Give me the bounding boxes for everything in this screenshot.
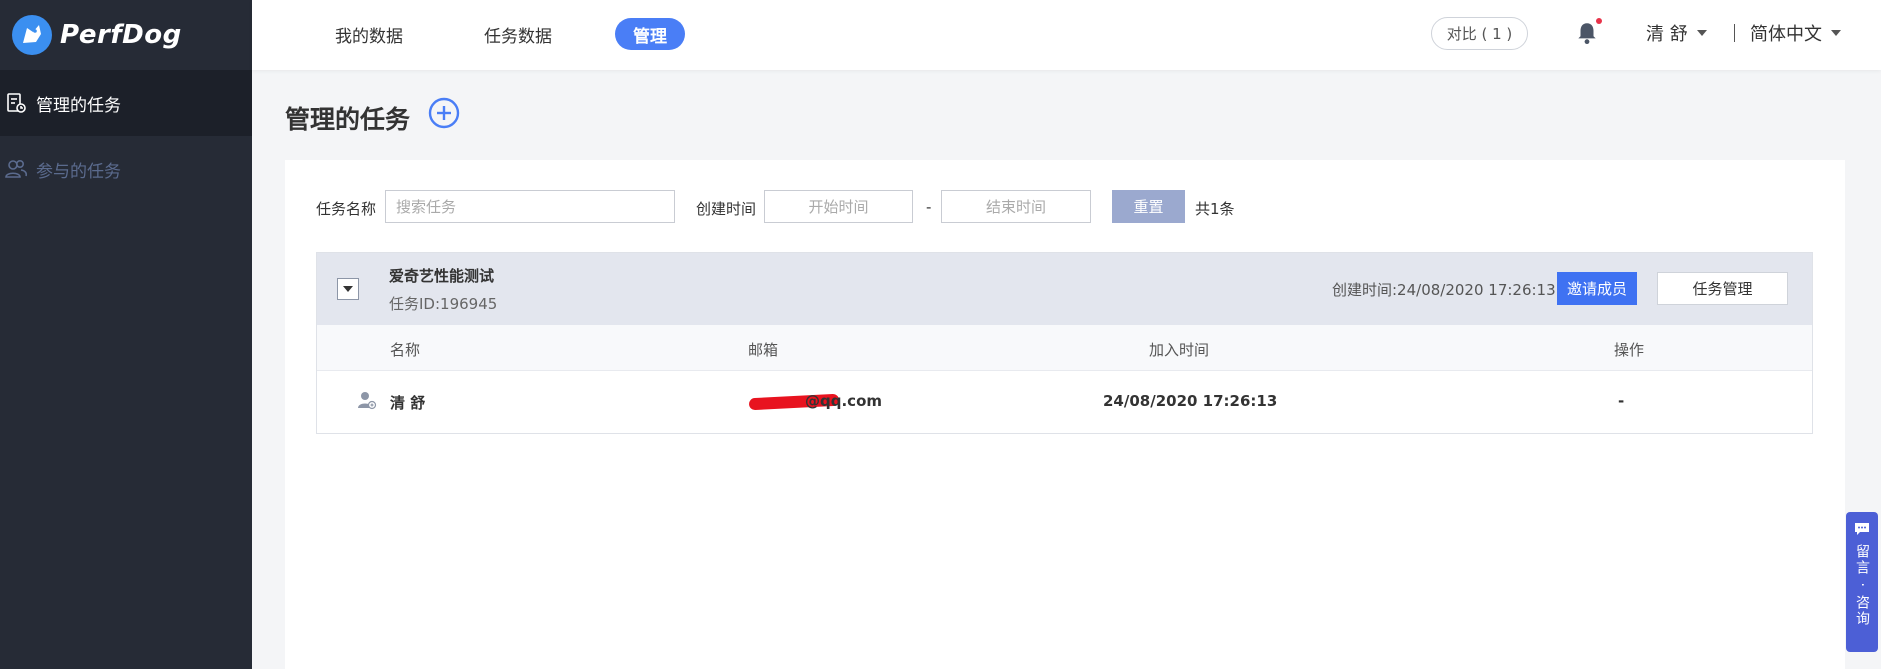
tab-my-data[interactable]: 我的数据 (335, 18, 403, 50)
chevron-down-icon (1831, 30, 1841, 36)
language-menu[interactable]: 简体中文 (1750, 20, 1841, 46)
date-range-separator: - (926, 198, 932, 216)
page-title: 管理的任务 (285, 105, 411, 134)
feedback-label: 留言 · 咨询 (1854, 544, 1870, 628)
task-name-label: 任务名称 (316, 200, 377, 218)
task-card: 任务名称 搜索任务 创建时间 开始时间 - 结束时间 重置 共1条 爱奇艺性能测… (285, 160, 1845, 669)
language-label: 简体中文 (1750, 24, 1822, 45)
expand-toggle[interactable] (337, 278, 359, 300)
tab-manage[interactable]: 管理 (615, 18, 685, 50)
notification-dot (1596, 18, 1602, 24)
col-joined: 加入时间 (1149, 341, 1210, 359)
members-table-header: 名称 邮箱 加入时间 操作 (317, 325, 1812, 371)
member-action: - (1618, 392, 1625, 410)
task-id: 任务ID:196945 (389, 295, 498, 313)
invite-member-button[interactable]: 邀请成员 (1557, 272, 1637, 305)
tab-task-data[interactable]: 任务数据 (484, 18, 552, 50)
member-name: 清 舒 (390, 394, 426, 412)
top-bar: 我的数据 任务数据 管理 对比 ( 1 ) 清 舒 简体中文 (252, 0, 1881, 70)
member-user-icon (358, 392, 377, 410)
logo[interactable]: PerfDog (0, 0, 252, 70)
perfdog-logo-icon (12, 15, 52, 55)
total-count: 共1条 (1195, 200, 1235, 218)
feedback-tab[interactable]: 留言 · 咨询 (1846, 512, 1878, 652)
sidebar-item-label: 参与的任务 (36, 161, 121, 182)
task-created-time: 创建时间:24/08/2020 17:26:13 (1332, 281, 1556, 299)
task-doc-icon (4, 91, 28, 115)
col-name: 名称 (390, 341, 421, 359)
user-name: 清 舒 (1646, 24, 1688, 45)
chevron-down-icon (1696, 30, 1707, 36)
end-date-input[interactable]: 结束时间 (941, 190, 1091, 223)
divider (1734, 24, 1735, 42)
reset-button[interactable]: 重置 (1112, 190, 1185, 223)
bell-icon[interactable] (1574, 20, 1600, 46)
task-block: 爱奇艺性能测试 任务ID:196945 创建时间:24/08/2020 17:2… (316, 252, 1813, 434)
user-menu[interactable]: 清 舒 (1646, 20, 1707, 46)
task-name: 爱奇艺性能测试 (389, 267, 495, 285)
member-email: @qq.com (805, 392, 882, 410)
start-date-input[interactable]: 开始时间 (764, 190, 913, 223)
users-icon (4, 157, 28, 181)
created-time-label: 创建时间 (696, 200, 757, 218)
chat-icon (1855, 523, 1869, 535)
sidebar-item-joined-tasks[interactable]: 参与的任务 (0, 136, 252, 202)
sidebar-item-managed-tasks[interactable]: 管理的任务 (0, 70, 252, 136)
caret-down-icon (343, 286, 353, 292)
compare-button[interactable]: 对比 ( 1 ) (1431, 17, 1528, 50)
col-email: 邮箱 (748, 341, 779, 359)
add-task-icon[interactable] (428, 97, 460, 129)
brand-name: PerfDog (60, 20, 182, 50)
table-row: 清 舒 @qq.com 24/08/2020 17:26:13 - (317, 371, 1812, 433)
search-input[interactable]: 搜索任务 (385, 190, 675, 223)
member-joined-time: 24/08/2020 17:26:13 (1103, 392, 1278, 410)
sidebar-item-label: 管理的任务 (36, 95, 121, 116)
task-header: 爱奇艺性能测试 任务ID:196945 创建时间:24/08/2020 17:2… (317, 253, 1812, 325)
col-action: 操作 (1614, 341, 1645, 359)
task-manage-button[interactable]: 任务管理 (1657, 272, 1788, 305)
sidebar: PerfDog 管理的任务 参与的任务 (0, 0, 252, 669)
